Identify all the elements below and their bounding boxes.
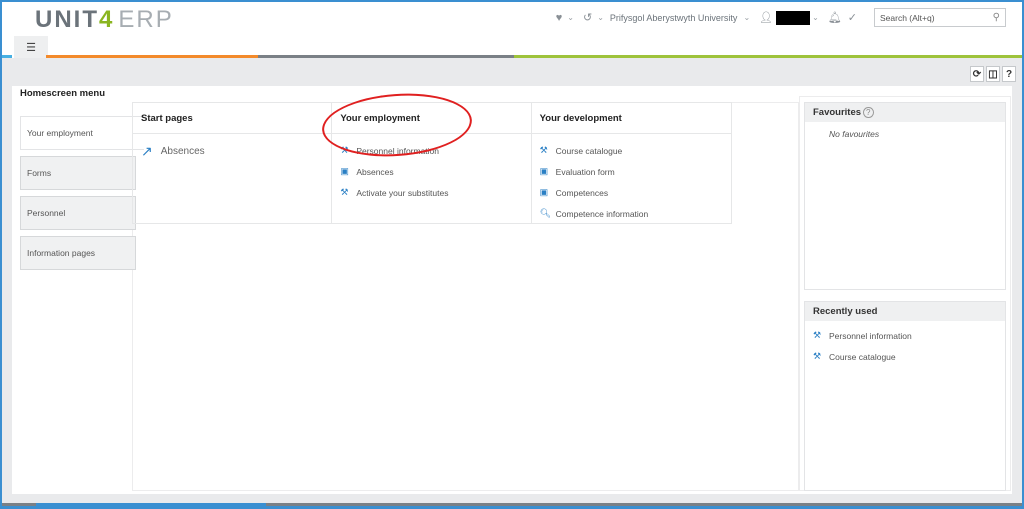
toolbar: ⟳ ◫ ?	[970, 66, 1016, 82]
external-link-icon: ↗	[141, 143, 153, 159]
heart-icon[interactable]: ♥	[556, 12, 563, 24]
column-start-pages: Start pages ↗ Absences	[133, 103, 333, 223]
check-icon[interactable]: ✓	[848, 11, 857, 24]
tools-icon: ⚒	[340, 187, 349, 197]
column-title: Your development	[531, 103, 731, 134]
tools-icon: ⚒	[813, 330, 822, 340]
menu-tab[interactable]: ☰	[14, 36, 48, 58]
unit4-logo[interactable]: UNIT4 ERP	[35, 6, 174, 34]
chevron-down-icon[interactable]: ⌄	[567, 13, 574, 22]
menu-link-absences[interactable]: ↗ Absences	[141, 143, 331, 160]
search-input[interactable]: Search (Alt+q) ⚲	[874, 8, 1006, 27]
homescreen-panel: Homescreen menu Your employment Forms Pe…	[12, 86, 1012, 494]
chevron-down-icon[interactable]: ⌄	[743, 13, 750, 22]
favourites-panel: Favourites? No favourites	[804, 102, 1006, 290]
menu-link-evaluation-form[interactable]: ▣ Evaluation form	[540, 161, 731, 182]
columns-icon: ◫	[988, 68, 998, 80]
bell-icon[interactable]: 🔔︎	[828, 11, 842, 24]
chevron-down-icon[interactable]: ⌄	[597, 13, 604, 22]
column-your-development: Your development ⚒ Course catalogue ▣ Eval…	[531, 103, 731, 224]
refresh-button[interactable]: ⟳	[970, 66, 984, 82]
search-icon: 🔍︎	[539, 208, 552, 218]
top-right-controls: ♥ ⌄ ↺ ⌄ Prifysgol Aberystwyth University ⌄ …	[553, 8, 1006, 27]
chevron-down-icon[interactable]: ⌄	[812, 13, 819, 22]
menu-link-course-catalogue[interactable]: ⚒ Course catalogue	[540, 140, 731, 161]
favourites-empty-text: No favourites	[829, 129, 880, 139]
favourites-title: Favourites?	[805, 103, 1005, 122]
menu-link-competence-information[interactable]: 🔍︎ Competence information	[540, 203, 731, 224]
image-icon: ▣	[340, 166, 349, 176]
layout-button[interactable]: ◫	[986, 66, 1000, 82]
refresh-icon: ⟳	[972, 68, 982, 80]
image-icon: ▣	[539, 166, 549, 176]
help-icon[interactable]: ?	[863, 107, 874, 118]
user-icon[interactable]: 👤︎	[759, 11, 773, 24]
top-bar: UNIT4 ERP ♥ ⌄ ↺ ⌄ Prifysgol Aberystwyth Uni…	[2, 2, 1022, 36]
organisation-selector[interactable]: Prifysgol Aberystwyth University	[610, 13, 738, 23]
recent-link-personnel-information[interactable]: ⚒ Personnel information	[813, 325, 1005, 346]
recent-link-course-catalogue[interactable]: ⚒ Course catalogue	[813, 346, 1005, 367]
tools-icon: ⚒	[813, 351, 822, 361]
user-name-redacted[interactable]	[776, 10, 811, 25]
sidebar-item-personnel[interactable]: Personnel	[20, 196, 136, 230]
homescreen-sidebar: Your employment Forms Personnel Informat…	[20, 116, 144, 276]
menu-link-competences[interactable]: ▣ Competences	[540, 182, 731, 203]
page-title: Homescreen menu	[20, 88, 106, 99]
search-icon[interactable]: ⚲	[993, 12, 1000, 23]
column-title: Start pages	[133, 103, 332, 134]
history-icon[interactable]: ↺	[583, 11, 592, 24]
help-icon: ?	[1005, 68, 1013, 80]
recently-used-title: Recently used	[805, 302, 1005, 321]
sidebar-item-your-employment[interactable]: Your employment	[20, 116, 144, 150]
sidebar-item-forms[interactable]: Forms	[20, 156, 136, 190]
sidebar-item-information-pages[interactable]: Information pages	[20, 236, 136, 270]
image-icon: ▣	[539, 187, 549, 197]
menu-link-activate-substitutes[interactable]: ⚒ Activate your substitutes	[340, 182, 530, 203]
tools-icon: ⚒	[539, 145, 548, 155]
menu-link-absences[interactable]: ▣ Absences	[340, 161, 530, 182]
help-button[interactable]: ?	[1002, 66, 1016, 82]
scrollbar-thumb[interactable]	[36, 503, 266, 506]
recently-used-panel: Recently used ⚒ Personnel information ⚒ Co…	[804, 301, 1006, 491]
list-icon: ☰	[26, 41, 36, 54]
